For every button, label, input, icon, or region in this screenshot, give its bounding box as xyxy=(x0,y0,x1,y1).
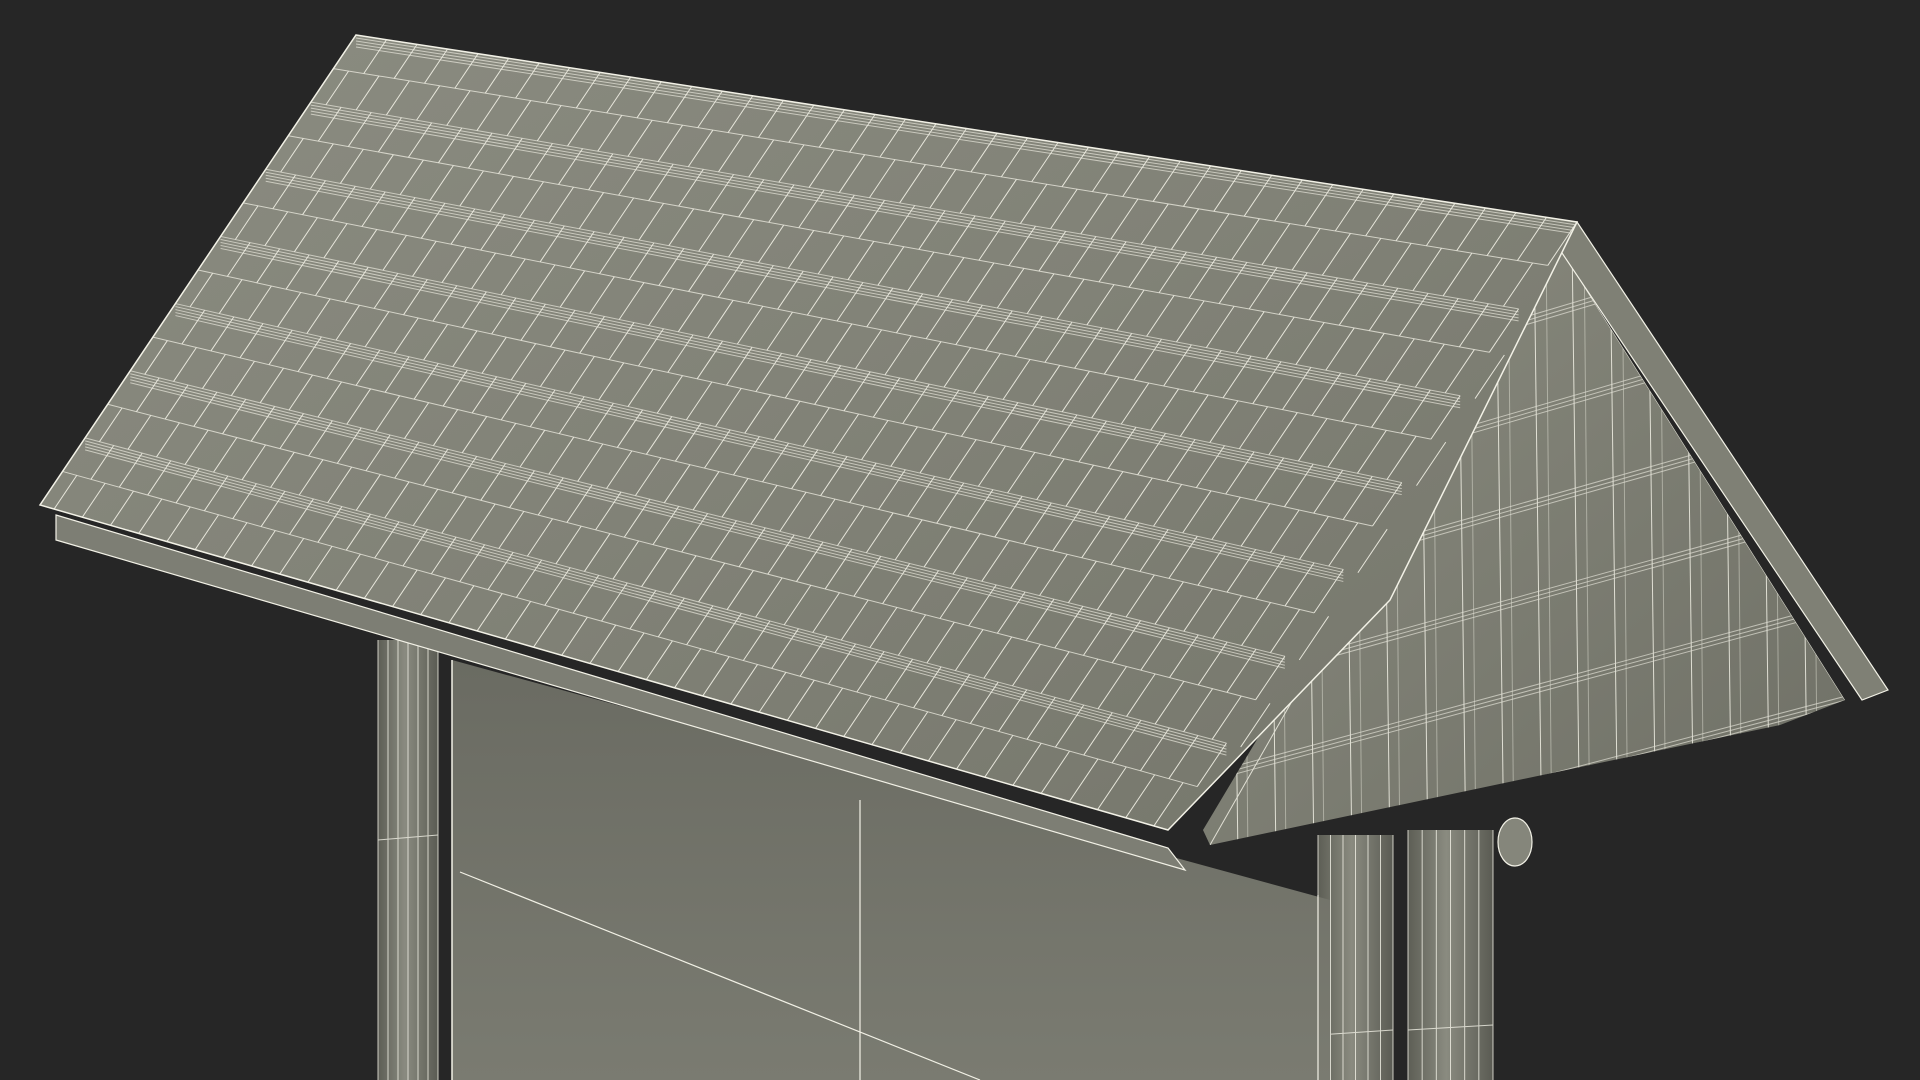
3d-viewport-render xyxy=(38,34,1889,1080)
ridge-beam-end xyxy=(1497,817,1533,867)
